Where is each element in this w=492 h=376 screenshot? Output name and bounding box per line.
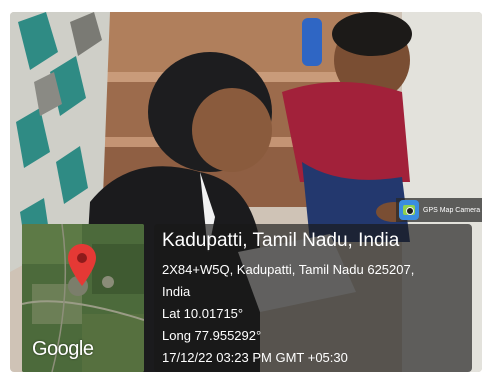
map-pin-icon — [68, 244, 96, 286]
address-line-2: India — [162, 284, 191, 299]
photo-frame: GPS Map Camera Google Kadupatti, Tamil N… — [10, 12, 482, 372]
location-text-box: Kadupatti, Tamil Nadu, India 2X84+W5Q, K… — [154, 224, 472, 372]
datetime: 17/12/22 03:23 PM GMT +05:30 — [162, 350, 348, 365]
gps-map-camera-icon — [399, 200, 419, 220]
place-name: Kadupatti, Tamil Nadu, India — [162, 230, 400, 251]
latitude: Lat 10.01715° — [162, 306, 244, 321]
map-thumbnail[interactable]: Google — [22, 224, 144, 372]
app-badge: GPS Map Camera — [396, 198, 482, 222]
longitude: Long 77.955292° — [162, 328, 262, 343]
app-badge-label: GPS Map Camera — [423, 206, 481, 214]
google-logo: Google — [32, 338, 94, 360]
address-line-1: 2X84+W5Q, Kadupatti, Tamil Nadu 625207, — [162, 262, 415, 277]
location-info-panel: Google Kadupatti, Tamil Nadu, India 2X84… — [10, 224, 482, 372]
